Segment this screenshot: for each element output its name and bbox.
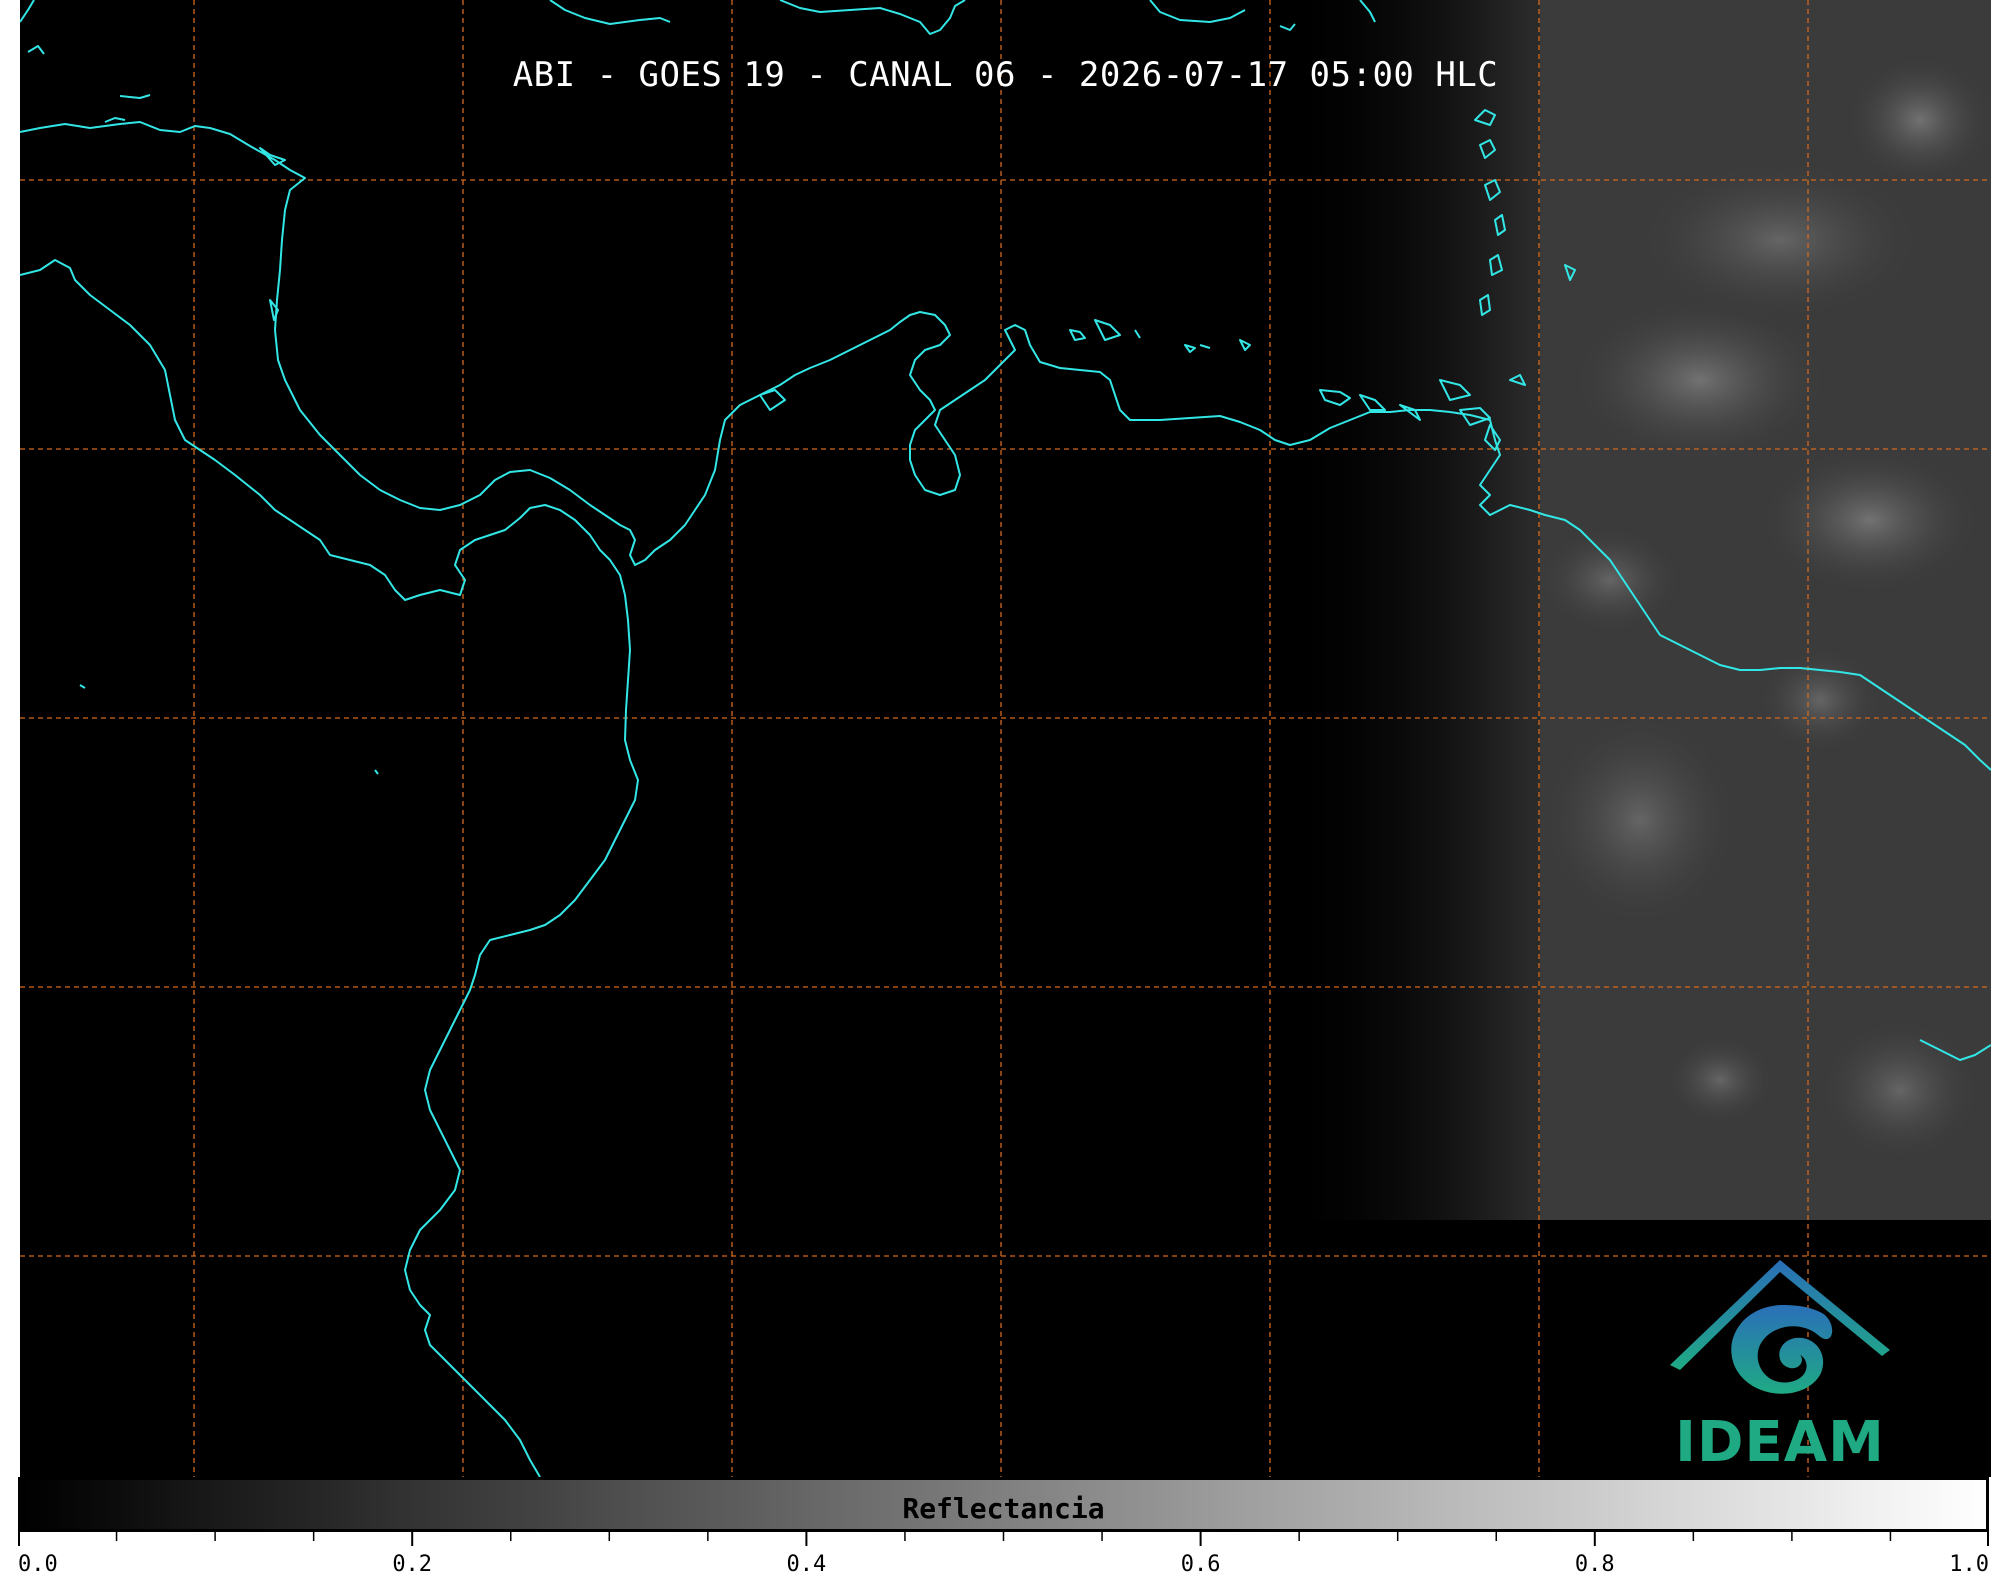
- colorbar: Reflectancia: [18, 1477, 1989, 1532]
- satellite-map: ABI - GOES 19 - CANAL 06 - 2026-07-17 05…: [20, 0, 1991, 1477]
- map-title: ABI - GOES 19 - CANAL 06 - 2026-07-17 05…: [512, 55, 1499, 95]
- cloud-field: [1280, 0, 1991, 1220]
- colorbar-tick-marks: [18, 1532, 1989, 1546]
- logo-text: IDEAM: [1675, 1410, 1885, 1475]
- colorbar-tick-label: 0.6: [1180, 1552, 1221, 1577]
- colorbar-label: Reflectancia: [902, 1492, 1105, 1525]
- ideam-logo: IDEAM: [1660, 1250, 1900, 1475]
- colorbar-tick-label: 0.8: [1574, 1552, 1615, 1577]
- colorbar-tick-label: 0.4: [786, 1552, 827, 1577]
- colorbar-ticks: 0.0 0.2 0.4 0.6 0.8 1.0: [18, 1532, 1989, 1577]
- ideam-emblem-icon: [1670, 1260, 1890, 1394]
- colorbar-tick-label: 0.2: [392, 1552, 433, 1577]
- colorbar-tick-label: 0.0: [18, 1552, 58, 1577]
- colorbar-tick-label: 1.0: [1949, 1552, 1989, 1577]
